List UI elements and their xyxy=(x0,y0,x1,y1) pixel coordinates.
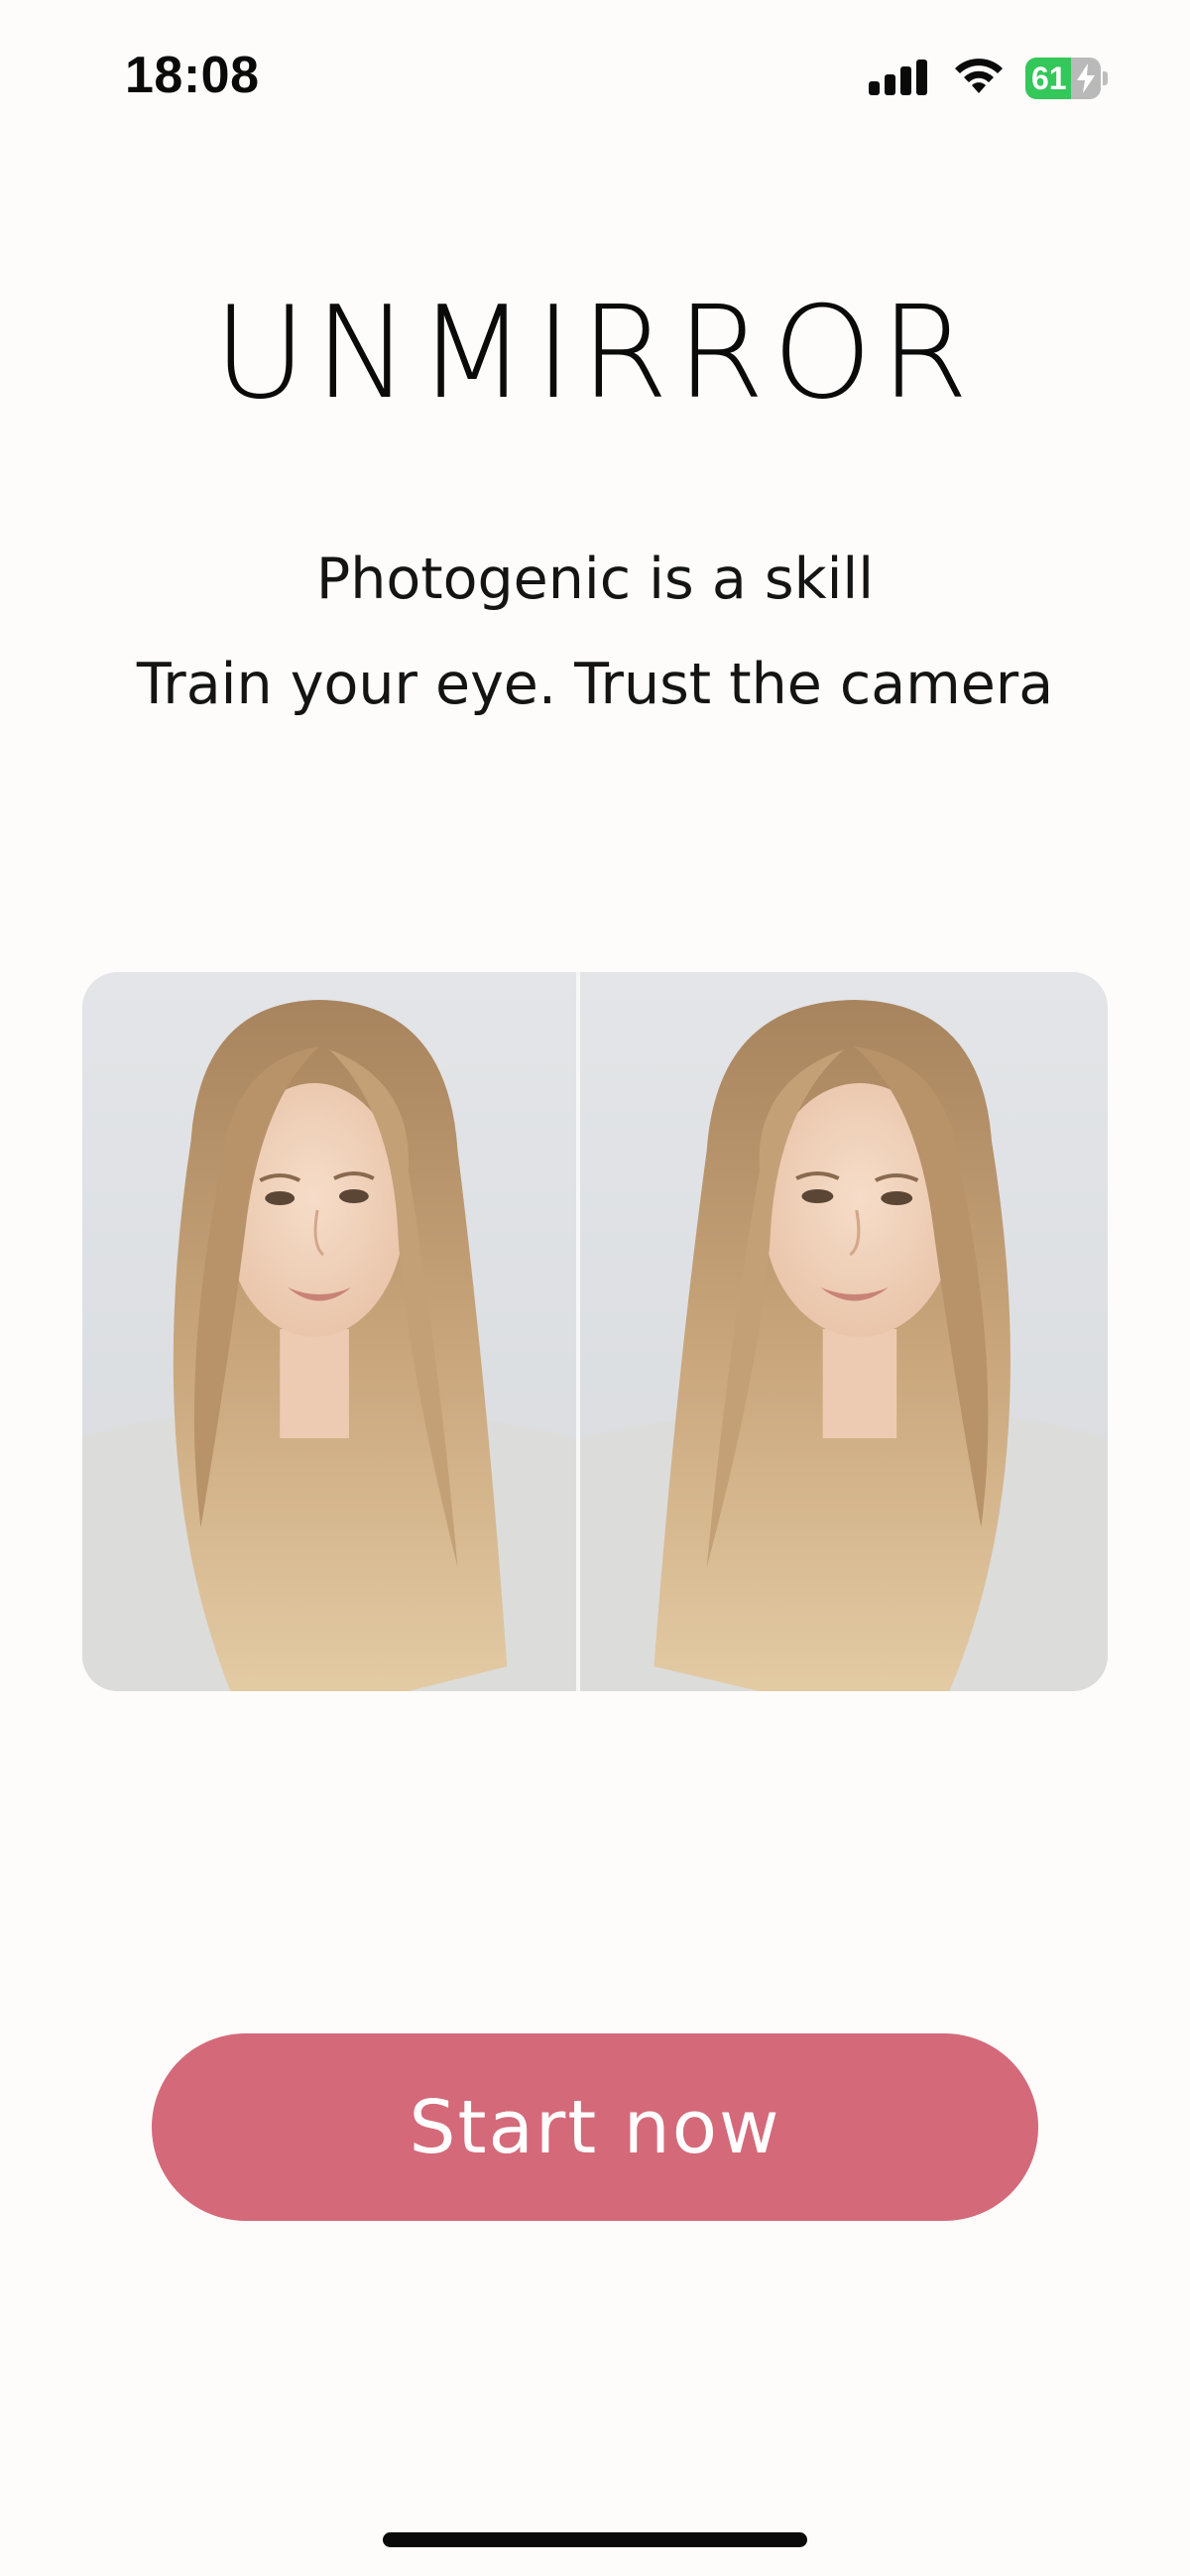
battery-cap xyxy=(1103,71,1108,85)
status-bar: 18:08 61 xyxy=(0,0,1190,149)
battery-percent: 61 xyxy=(1031,61,1067,96)
portrait-comparison-image xyxy=(82,972,1108,1691)
tagline-line-1: Photogenic is a skill xyxy=(315,547,875,612)
wifi-icon xyxy=(955,59,1003,93)
portrait-mirrored xyxy=(580,972,1108,1691)
bolt-icon xyxy=(1077,63,1095,93)
portrait-original xyxy=(82,972,576,1691)
battery-body: 61 xyxy=(1025,58,1101,99)
battery-icon: 61 xyxy=(1025,58,1108,101)
start-now-button[interactable]: Start now xyxy=(152,2033,1038,2221)
tagline-line-2: Train your eye. Trust the camera xyxy=(136,652,1054,717)
home-indicator[interactable] xyxy=(383,2532,807,2547)
status-time: 18:08 xyxy=(125,47,260,104)
signal-icon xyxy=(869,60,927,95)
app-title: UNMIRROR xyxy=(213,280,977,428)
